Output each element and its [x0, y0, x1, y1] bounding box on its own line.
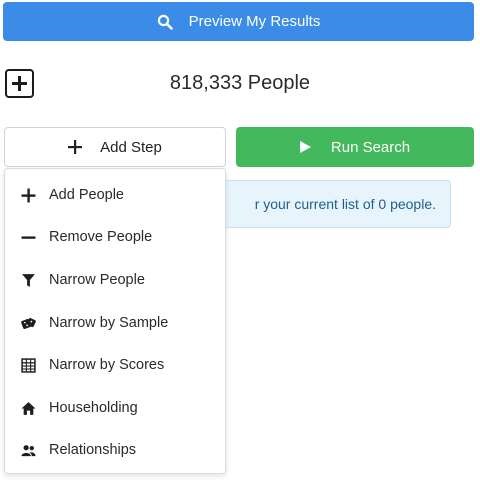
- menu-item-relationships[interactable]: Relationships: [5, 432, 225, 468]
- play-icon: [299, 141, 311, 153]
- info-alert: r your current list of 0 people.: [214, 180, 451, 228]
- menu-item-label: Narrow People: [49, 272, 145, 288]
- info-message: r your current list of 0 people.: [254, 196, 436, 212]
- table-icon: [20, 357, 36, 373]
- menu-item-householding[interactable]: Householding: [5, 390, 225, 426]
- menu-item-label: Remove People: [49, 229, 153, 245]
- menu-item-remove-people[interactable]: Remove People: [5, 219, 225, 255]
- menu-item-narrow-people[interactable]: Narrow People: [5, 262, 225, 298]
- menu-item-add-people[interactable]: Add People: [5, 177, 225, 213]
- add-step-menu: Add People Remove People Narrow People N…: [4, 168, 226, 474]
- search-icon: [157, 14, 173, 30]
- users-icon: [20, 444, 36, 456]
- plus-icon: [68, 140, 83, 154]
- run-search-label: Run Search: [330, 138, 411, 156]
- menu-item-label: Add People: [49, 187, 124, 203]
- menu-item-narrow-by-scores[interactable]: Narrow by Scores: [5, 347, 225, 383]
- preview-results-button[interactable]: Preview My Results: [3, 2, 474, 41]
- plus-icon: [21, 188, 35, 202]
- minus-icon: [21, 235, 35, 239]
- add-step-label: Add Step: [100, 138, 162, 156]
- home-icon: [21, 401, 35, 415]
- menu-item-label: Narrow by Scores: [49, 357, 165, 373]
- add-step-button[interactable]: Add Step: [4, 127, 226, 167]
- expand-toggle-button[interactable]: [5, 69, 34, 98]
- filter-icon: [21, 273, 35, 287]
- people-count: 818,333 People: [169, 72, 311, 94]
- menu-item-label: Householding: [49, 400, 138, 416]
- menu-item-narrow-by-sample[interactable]: Narrow by Sample: [5, 305, 225, 341]
- preview-results-label: Preview My Results: [188, 13, 321, 30]
- menu-item-label: Relationships: [49, 442, 137, 458]
- dice-icon: [20, 317, 36, 329]
- run-search-button[interactable]: Run Search: [236, 127, 474, 167]
- plus-square-icon: [12, 76, 27, 91]
- menu-item-label: Narrow by Sample: [49, 315, 169, 331]
